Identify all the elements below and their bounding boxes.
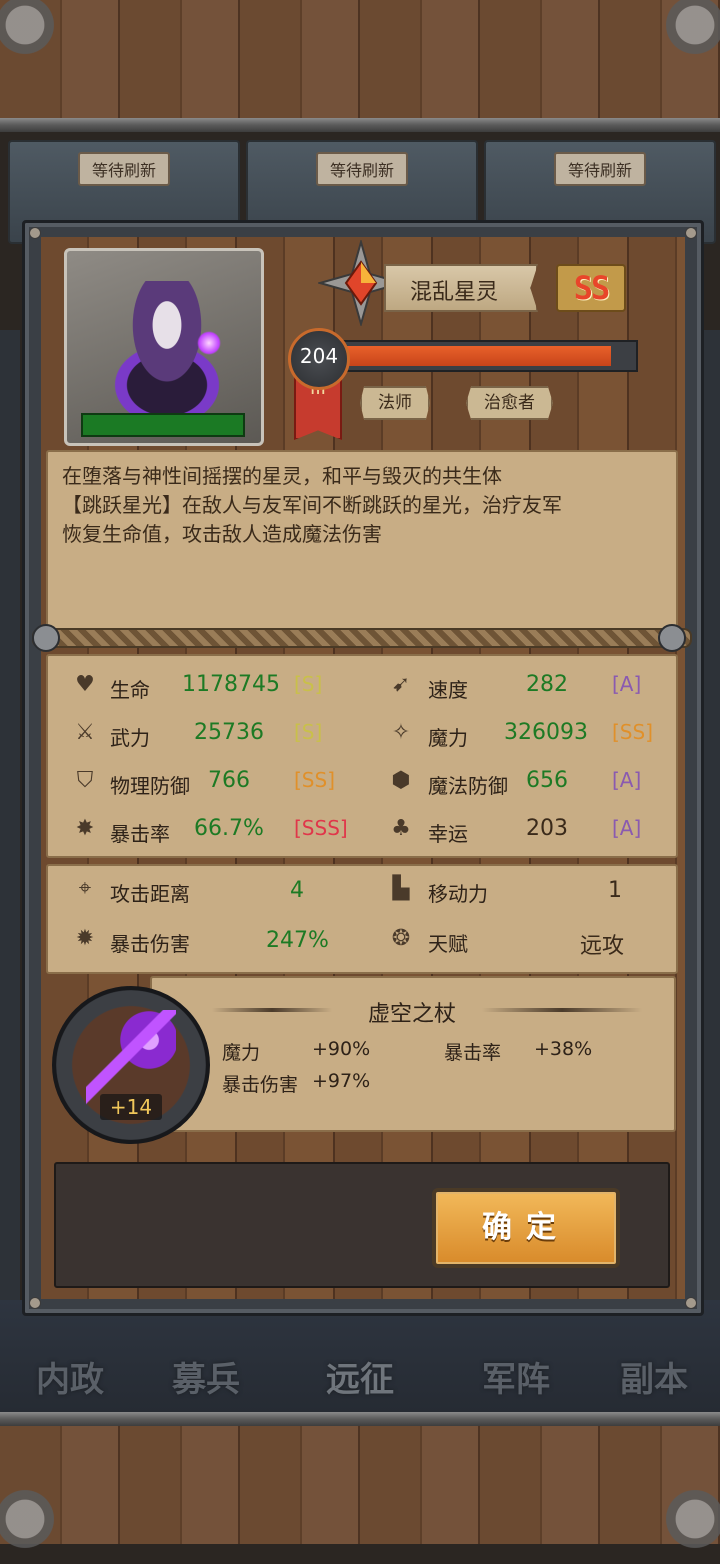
description-panel: 在堕落与神性间摇摆的星灵，和平与毁灭的共生体 【跳跃星光】在敌人与友军间不断跳跃… bbox=[46, 450, 678, 630]
stat-grade: [S] bbox=[294, 720, 323, 744]
stat-label: 物理防御 bbox=[110, 774, 190, 798]
magic-icon: ✧ bbox=[391, 720, 411, 745]
corner-ornament bbox=[650, 0, 720, 70]
top-wood-frame bbox=[0, 0, 720, 118]
hero-portrait bbox=[64, 248, 264, 446]
equip-crit-rate-value: +38% bbox=[534, 1038, 593, 1060]
movement-value: 1 bbox=[608, 878, 622, 903]
stat-label: 暴击率 bbox=[110, 822, 170, 846]
description-line: 【跳跃星光】在敌人与友军间不断跳跃的星光，治疗友军 bbox=[62, 493, 562, 517]
sword-icon: ⚔ bbox=[75, 720, 95, 745]
rope-knob bbox=[658, 624, 686, 652]
movement-label: 移动力 bbox=[428, 882, 488, 906]
stat-value: 766 bbox=[208, 768, 250, 793]
equip-title-line bbox=[482, 1008, 642, 1012]
metal-band bbox=[0, 118, 720, 132]
stat-value: 326093 bbox=[504, 720, 588, 745]
description-line: 恢复生命值，攻击敌人造成魔法伤害 bbox=[62, 522, 382, 546]
stat-grade: [SS] bbox=[294, 768, 335, 792]
equip-crit-damage-value: +97% bbox=[312, 1070, 371, 1092]
refresh-card-label: 等待刷新 bbox=[315, 152, 409, 186]
stat-value: 66.7% bbox=[194, 816, 264, 841]
nav-expedition[interactable]: 远征 bbox=[300, 1352, 420, 1401]
heart-icon: ♥ bbox=[75, 672, 95, 697]
stat-label: 生命 bbox=[110, 678, 150, 702]
class-tag: 法师 bbox=[360, 386, 430, 420]
boot-icon: ▙ bbox=[392, 876, 410, 901]
stat-label: 幸运 bbox=[428, 822, 468, 846]
hero-name-plate: 混乱星灵 bbox=[384, 264, 538, 312]
equip-magic-label: 魔力 bbox=[222, 1042, 261, 1064]
crosshair-icon: ⌖ bbox=[78, 876, 92, 901]
stat-grade: [A] bbox=[612, 816, 642, 840]
refresh-card-label: 等待刷新 bbox=[77, 152, 171, 186]
confirm-button[interactable]: 确定 bbox=[432, 1188, 620, 1268]
description-line: 在堕落与神性间摇摆的星灵，和平与毁灭的共生体 bbox=[62, 464, 502, 488]
stat-grade: [S] bbox=[294, 672, 323, 696]
stat-grade: [A] bbox=[612, 768, 642, 792]
equipment-panel: 虚空之杖 魔力 +90% 暴击率 +38% 暴击伤害 +97% bbox=[150, 976, 676, 1132]
stat-value: 1178745 bbox=[182, 672, 280, 697]
corner-ornament bbox=[0, 0, 70, 70]
refresh-card-label: 等待刷新 bbox=[553, 152, 647, 186]
role-tag: 治愈者 bbox=[466, 386, 553, 420]
portrait-hp-bar bbox=[81, 413, 245, 437]
stat-value: 203 bbox=[526, 816, 568, 841]
nav-formation[interactable]: 军阵 bbox=[456, 1352, 576, 1401]
magic-shield-icon: ⬢ bbox=[391, 768, 411, 793]
stat-value: 282 bbox=[526, 672, 568, 697]
equip-crit-rate-label: 暴击率 bbox=[444, 1042, 502, 1064]
burst-icon: ✸ bbox=[75, 816, 95, 841]
nav-dungeon[interactable]: 副本 bbox=[594, 1352, 714, 1401]
stat-label: 速度 bbox=[428, 678, 468, 702]
equip-magic-value: +90% bbox=[312, 1038, 371, 1060]
portrait-head bbox=[127, 281, 207, 391]
rope-divider bbox=[32, 628, 692, 648]
hero-grade-badge: SS bbox=[556, 264, 626, 312]
shield-icon: ⛉ bbox=[76, 768, 94, 793]
stat-grade: [SSS] bbox=[294, 816, 348, 840]
rivet bbox=[29, 1297, 41, 1309]
equipment-name: 虚空之杖 bbox=[367, 1002, 456, 1027]
stat-grade: [A] bbox=[612, 672, 642, 696]
stat-label: 魔法防御 bbox=[428, 774, 508, 798]
attack-range-label: 攻击距离 bbox=[110, 882, 190, 906]
clover-icon: ♣ bbox=[391, 816, 411, 841]
metal-band bbox=[0, 1412, 720, 1426]
equipment-level: +14 bbox=[100, 1094, 162, 1120]
stat-label: 武力 bbox=[110, 726, 150, 750]
equip-title-line bbox=[212, 1008, 332, 1012]
stat-value: 25736 bbox=[194, 720, 264, 745]
stat-label: 魔力 bbox=[428, 726, 468, 750]
bottom-wood-frame bbox=[0, 1412, 720, 1544]
description-text: 在堕落与神性间摇摆的星灵，和平与毁灭的共生体 【跳跃星光】在敌人与友军间不断跳跃… bbox=[62, 462, 666, 549]
nav-domestic[interactable]: 内政 bbox=[10, 1352, 130, 1401]
stat-value: 656 bbox=[526, 768, 568, 793]
hero-name: 混乱星灵 bbox=[410, 280, 499, 305]
talent-icon: ❂ bbox=[391, 926, 411, 951]
talent-value: 远攻 bbox=[580, 934, 625, 959]
exp-bar-fill bbox=[342, 346, 611, 366]
rope-knob bbox=[32, 624, 60, 652]
equipment-slot[interactable]: +14 bbox=[52, 986, 210, 1144]
rivet bbox=[29, 227, 41, 239]
crit-damage-label: 暴击伤害 bbox=[110, 932, 190, 956]
exp-bar bbox=[336, 340, 638, 372]
speed-icon: ➹ bbox=[391, 672, 411, 697]
hero-level: 204 bbox=[288, 328, 350, 390]
talent-label: 天赋 bbox=[428, 932, 468, 956]
magic-orb bbox=[197, 331, 221, 355]
stat-grade: [SS] bbox=[612, 720, 653, 744]
rivet bbox=[685, 227, 697, 239]
equip-crit-damage-label: 暴击伤害 bbox=[222, 1074, 299, 1096]
corner-ornament bbox=[650, 1474, 720, 1564]
crit-damage-value: 247% bbox=[266, 928, 329, 953]
crit-damage-icon: ✹ bbox=[75, 926, 95, 951]
nav-recruit[interactable]: 募兵 bbox=[146, 1352, 266, 1401]
attack-range-value: 4 bbox=[290, 878, 304, 903]
corner-ornament bbox=[0, 1474, 70, 1564]
side-strip bbox=[0, 330, 20, 1310]
rivet bbox=[685, 1297, 697, 1309]
